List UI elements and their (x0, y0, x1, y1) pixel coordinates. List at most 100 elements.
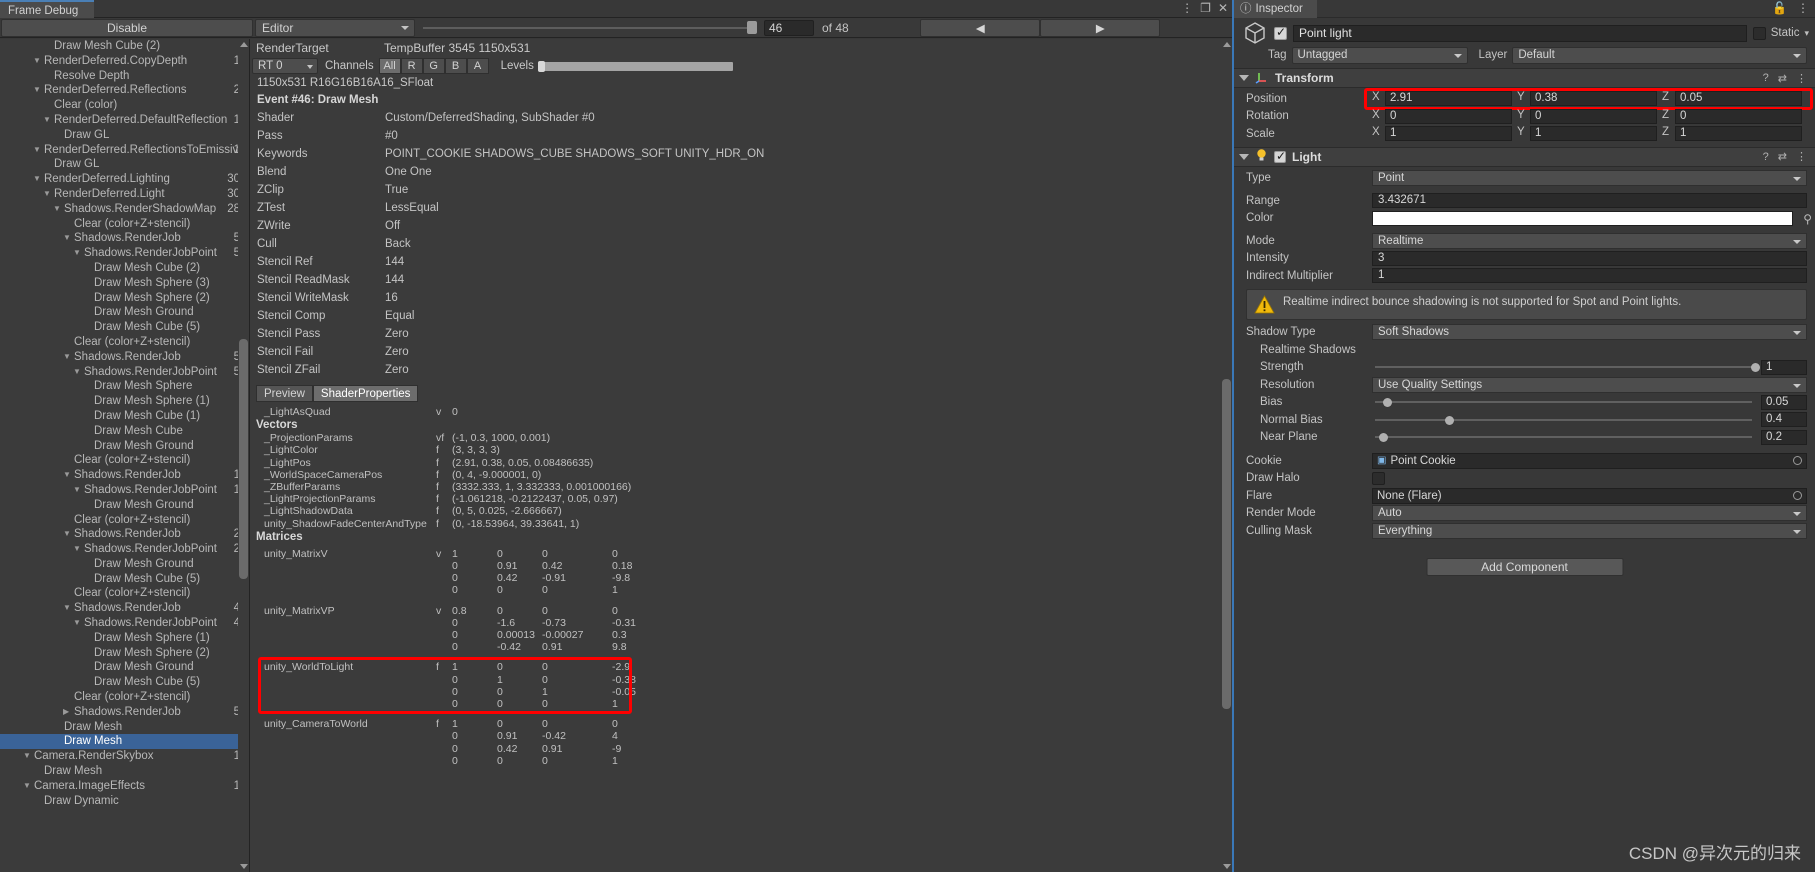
tree-row[interactable]: Clear (color+Z+stencil) (0, 217, 249, 232)
channel-button-all[interactable]: All (378, 58, 401, 74)
tree-row[interactable]: Clear (color+Z+stencil) (0, 453, 249, 468)
kebab-menu-icon[interactable]: ⋮ (1796, 72, 1807, 85)
target-dropdown[interactable]: Editor (255, 18, 415, 37)
axis-field-y[interactable]: 0.38 (1530, 91, 1657, 107)
eyedropper-icon[interactable]: ⚲ (1803, 212, 1812, 226)
axis-field-x[interactable]: 2.91 (1385, 91, 1512, 107)
tree-row[interactable]: ▶ Shadows.RenderJob 5 (0, 705, 249, 720)
scrollbar-thumb[interactable] (1222, 379, 1231, 709)
tree-row[interactable]: ▼ Shadows.RenderJobPoint 5 (0, 365, 249, 380)
tree-row[interactable]: Draw Mesh Cube (5) (0, 572, 249, 587)
chevron-down-icon[interactable]: ▼ (63, 350, 71, 365)
tab-preview[interactable]: Preview (256, 385, 313, 402)
near-plane-slider[interactable] (1372, 430, 1755, 444)
chevron-down-icon[interactable]: ▼ (73, 616, 81, 631)
shadow-strength-slider[interactable] (1372, 360, 1760, 374)
tree-row[interactable]: Draw Mesh Sphere (2) (0, 291, 249, 306)
chevron-down-icon[interactable] (1239, 75, 1249, 81)
tag-dropdown[interactable]: Untagged (1291, 46, 1468, 64)
chevron-down-icon[interactable]: ▼ (73, 365, 81, 380)
light-mode-dropdown[interactable]: Realtime (1372, 232, 1807, 249)
chevron-down-icon[interactable]: ▼ (33, 172, 41, 187)
chevron-down-icon[interactable]: ▼ (43, 113, 51, 128)
tab-inspector[interactable]: ⓘ Inspector (1234, 0, 1317, 18)
axis-field-z[interactable]: 0.05 (1675, 91, 1802, 107)
chevron-down-icon[interactable]: ▼ (23, 779, 31, 794)
chevron-right-icon[interactable]: ▶ (63, 705, 69, 720)
tree-row[interactable]: Draw Mesh Cube (5) (0, 675, 249, 690)
slider-knob[interactable] (1444, 415, 1454, 425)
levels-slider-knob[interactable] (537, 60, 545, 72)
object-picker-icon[interactable] (1793, 491, 1802, 501)
lock-icon[interactable]: 🔓 (1772, 2, 1787, 15)
chevron-down-icon[interactable]: ▼ (63, 231, 71, 246)
near-plane-field[interactable]: 0.2 (1761, 429, 1807, 445)
slider-knob[interactable] (1383, 398, 1393, 408)
levels-slider[interactable] (537, 60, 733, 72)
layer-dropdown[interactable]: Default (1512, 46, 1807, 64)
tree-row[interactable]: Draw Dynamic (0, 794, 249, 809)
scroll-up-icon[interactable] (1223, 42, 1231, 47)
tree-row[interactable]: ▼ RenderDeferred.Lighting 30 (0, 172, 249, 187)
axis-field-y[interactable]: 0 (1530, 108, 1657, 124)
shadow-resolution-dropdown[interactable]: Use Quality Settings (1372, 376, 1807, 393)
tree-row[interactable]: ▼ Shadows.RenderJob 1 (0, 468, 249, 483)
chevron-down-icon[interactable]: ▾ (1804, 28, 1809, 39)
transform-component-header[interactable]: Transform ? ⇄ ⋮ (1234, 68, 1815, 88)
chevron-down-icon[interactable] (1239, 153, 1249, 160)
tree-row[interactable]: Draw Mesh Ground (0, 439, 249, 454)
shadow-bias-field[interactable]: 0.05 (1761, 394, 1807, 410)
scroll-down-icon[interactable] (1223, 864, 1231, 869)
tree-row[interactable]: Draw Mesh Sphere (1) (0, 631, 249, 646)
tree-row[interactable]: ▼ RenderDeferred.CopyDepth 1 (0, 54, 249, 69)
tree-row[interactable]: ▼ Shadows.RenderJob 4 (0, 601, 249, 616)
light-enabled-checkbox[interactable] (1274, 149, 1286, 163)
tab-frame-debug[interactable]: Frame Debug (0, 0, 95, 18)
tree-row[interactable]: ▼ Shadows.RenderJob 5 (0, 231, 249, 246)
shadow-strength-field[interactable]: 1 (1761, 359, 1807, 375)
static-toggle-group[interactable]: Static ▾ (1752, 26, 1809, 40)
tree-row[interactable]: Draw Mesh (0, 734, 249, 750)
tree-row[interactable]: Clear (color+Z+stencil) (0, 586, 249, 601)
channel-button-g[interactable]: G (422, 58, 445, 74)
tree-row[interactable]: ▼ Shadows.RenderJobPoint 1 (0, 483, 249, 498)
tree-row[interactable]: ▼ RenderDeferred.DefaultReflection 1 (0, 113, 249, 128)
channel-button-r[interactable]: R (400, 58, 423, 74)
tree-row[interactable]: ▼ Shadows.RenderJobPoint 5 (0, 246, 249, 261)
object-name-field[interactable]: Point light (1293, 24, 1747, 42)
flare-object-field[interactable]: None (Flare) (1372, 487, 1807, 504)
tree-row[interactable]: ▼ Camera.RenderSkybox 1 (0, 749, 249, 764)
cookie-object-field[interactable]: ▣ Point Cookie (1372, 452, 1807, 469)
close-icon[interactable]: ✕ (1218, 1, 1228, 15)
disable-button[interactable]: Disable (1, 18, 253, 37)
tree-row[interactable]: Clear (color) (0, 98, 249, 113)
event-tree-panel[interactable]: Draw Mesh Cube (2) ▼ RenderDeferred.CopyDe… (0, 39, 250, 872)
slider-knob[interactable] (1751, 363, 1760, 373)
render-mode-dropdown[interactable]: Auto (1372, 505, 1807, 522)
chevron-down-icon[interactable]: ▼ (43, 187, 51, 202)
tree-row[interactable]: Draw Mesh Cube (0, 424, 249, 439)
tree-row[interactable]: Draw Mesh (0, 720, 249, 735)
chevron-down-icon[interactable]: ▼ (63, 601, 71, 616)
tree-row[interactable]: Draw Mesh Cube (2) (0, 261, 249, 276)
tree-row[interactable]: Resolve Depth (0, 69, 249, 84)
tree-row[interactable]: Draw Mesh Ground (0, 305, 249, 320)
axis-field-z[interactable]: 0 (1675, 108, 1802, 124)
detail-scrollbar[interactable] (1221, 39, 1232, 872)
draw-halo-checkbox[interactable] (1372, 471, 1385, 485)
event-number-input[interactable]: 46 (764, 19, 814, 36)
tree-row[interactable]: ▼ RenderDeferred.Light 30 (0, 187, 249, 202)
chevron-down-icon[interactable]: ▼ (73, 542, 81, 557)
light-intensity-field[interactable]: 3 (1372, 250, 1807, 266)
culling-mask-dropdown[interactable]: Everything (1372, 522, 1807, 539)
tree-row[interactable]: Draw Mesh Sphere (3) (0, 276, 249, 291)
normal-bias-slider[interactable] (1372, 413, 1755, 427)
tree-row[interactable]: Draw Mesh Sphere (1) (0, 394, 249, 409)
tree-row[interactable]: ▼ Shadows.RenderShadowMap 28 (0, 202, 249, 217)
chevron-down-icon[interactable]: ▼ (23, 749, 31, 764)
maximize-icon[interactable]: ❐ (1200, 1, 1211, 15)
chevron-down-icon[interactable]: ▼ (63, 527, 71, 542)
tree-row[interactable]: ▼ RenderDeferred.Reflections 2 (0, 83, 249, 98)
scroll-down-icon[interactable] (240, 864, 248, 869)
static-checkbox[interactable] (1752, 26, 1766, 40)
